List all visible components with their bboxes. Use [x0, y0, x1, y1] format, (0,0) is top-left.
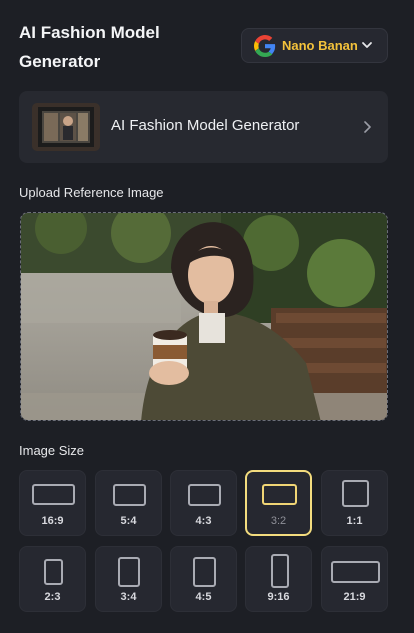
image-size-label: Image Size [19, 443, 85, 458]
ratio-shape-icon [113, 484, 146, 506]
size-option-label: 1:1 [346, 515, 363, 527]
upload-section-label: Upload Reference Image [19, 185, 164, 200]
size-option-2-3[interactable]: 2:3 [19, 546, 86, 612]
size-option-label: 9:16 [267, 591, 290, 603]
size-option-4-3[interactable]: 4:3 [170, 470, 237, 536]
size-option-label: 3:4 [120, 591, 137, 603]
ratio-shape-icon [271, 554, 289, 588]
model-select-value: Nano Banana [282, 38, 358, 53]
size-option-4-5[interactable]: 4:5 [170, 546, 237, 612]
ratio-shape-icon [118, 557, 140, 587]
ratio-shape-icon [193, 557, 216, 587]
size-option-5-4[interactable]: 5:4 [95, 470, 162, 536]
tool-card[interactable]: AI Fashion Model Generator [19, 91, 388, 163]
size-option-1-1[interactable]: 1:1 [321, 470, 388, 536]
page-title: AI Fashion Model Generator [19, 18, 219, 76]
ratio-shape-icon [342, 480, 369, 507]
size-option-label: 5:4 [120, 515, 137, 527]
chevron-right-icon [364, 121, 371, 133]
size-option-16-9[interactable]: 16:9 [19, 470, 86, 536]
ratio-shape-icon [331, 561, 380, 583]
ratio-shape-icon [32, 484, 75, 505]
page-title-line-1: AI Fashion Model [19, 23, 160, 42]
size-option-label: 4:3 [195, 515, 212, 527]
size-option-9-16[interactable]: 9:16 [245, 546, 312, 612]
ratio-shape-icon [262, 484, 297, 505]
size-option-label: 21:9 [343, 591, 366, 603]
reference-image-upload[interactable] [20, 212, 388, 421]
size-option-label: 3:2 [270, 515, 287, 527]
size-option-3-4[interactable]: 3:4 [95, 546, 162, 612]
ratio-shape-icon [188, 484, 221, 506]
size-option-label: 16:9 [41, 515, 64, 527]
ratio-shape-icon [44, 559, 63, 585]
model-select[interactable]: Nano Banana [241, 28, 388, 63]
page-title-line-2: Generator [19, 52, 101, 71]
chevron-down-icon [362, 42, 372, 48]
reference-image-preview [21, 213, 387, 420]
size-option-21-9[interactable]: 21:9 [321, 546, 388, 612]
size-option-label: 4:5 [195, 591, 212, 603]
tool-thumbnail [32, 103, 100, 151]
google-g-icon [254, 34, 276, 57]
tool-card-title: AI Fashion Model Generator [111, 117, 300, 134]
size-option-3-2[interactable]: 3:2 [245, 470, 312, 536]
size-option-label: 2:3 [44, 591, 61, 603]
